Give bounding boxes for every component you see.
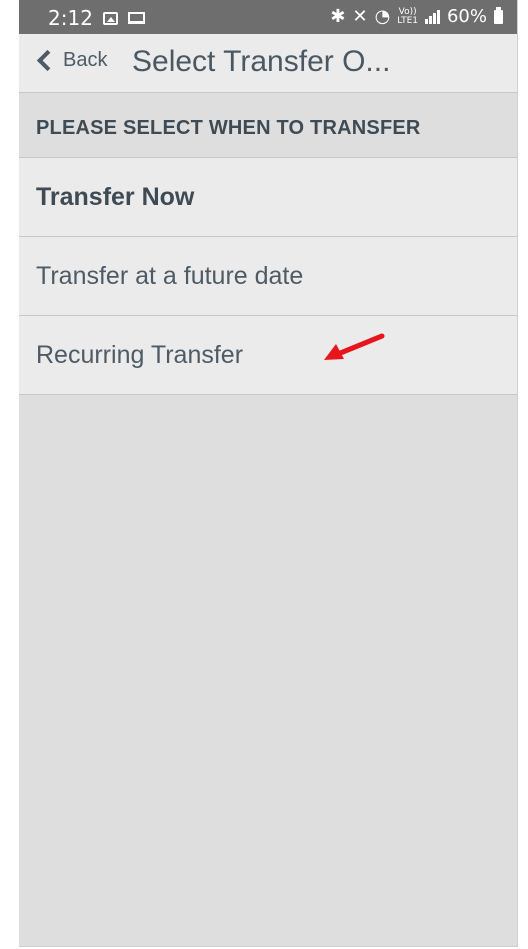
laptop-icon [127, 12, 145, 24]
option-transfer-now[interactable]: Transfer Now [19, 158, 517, 237]
status-right: ✱ ✕ ◔ Vo)) LTE1 60% [330, 6, 503, 27]
page-title: Select Transfer O... [132, 45, 391, 78]
section-header: PLEASE SELECT WHEN TO TRANSFER [19, 93, 517, 158]
volte-icon: Vo)) LTE1 [397, 7, 418, 26]
transfer-options-list: Transfer Now Transfer at a future date R… [19, 158, 517, 395]
battery-percent: 60% [446, 6, 487, 27]
mute-icon: ✕ [352, 6, 368, 27]
image-icon [102, 11, 118, 25]
signal-icon [424, 9, 440, 24]
arrow-annotation-icon [324, 333, 385, 360]
section-header-text: PLEASE SELECT WHEN TO TRANSFER [36, 117, 421, 139]
status-left: 2:12 [48, 6, 145, 30]
option-transfer-future-date[interactable]: Transfer at a future date [19, 237, 517, 316]
wifi-icon: ◔ [374, 6, 391, 27]
option-label: Transfer at a future date [36, 262, 304, 290]
option-label: Recurring Transfer [36, 341, 244, 369]
phone-screen: 2:12 ✱ ✕ ◔ Vo)) LTE1 60% Back Select Tra… [19, 0, 518, 947]
status-time: 2:12 [48, 6, 93, 30]
back-label: Back [63, 49, 108, 71]
option-recurring-transfer[interactable]: Recurring Transfer [19, 316, 517, 395]
chevron-left-icon [36, 49, 59, 72]
option-label: Transfer Now [36, 183, 195, 211]
status-bar: 2:12 ✱ ✕ ◔ Vo)) LTE1 60% [19, 0, 517, 34]
bluetooth-icon: ✱ [330, 6, 346, 27]
back-button[interactable]: Back [36, 49, 107, 72]
battery-icon [494, 6, 503, 24]
volte-bottom: LTE1 [397, 15, 418, 26]
nav-bar: Back Select Transfer O... [19, 34, 517, 93]
